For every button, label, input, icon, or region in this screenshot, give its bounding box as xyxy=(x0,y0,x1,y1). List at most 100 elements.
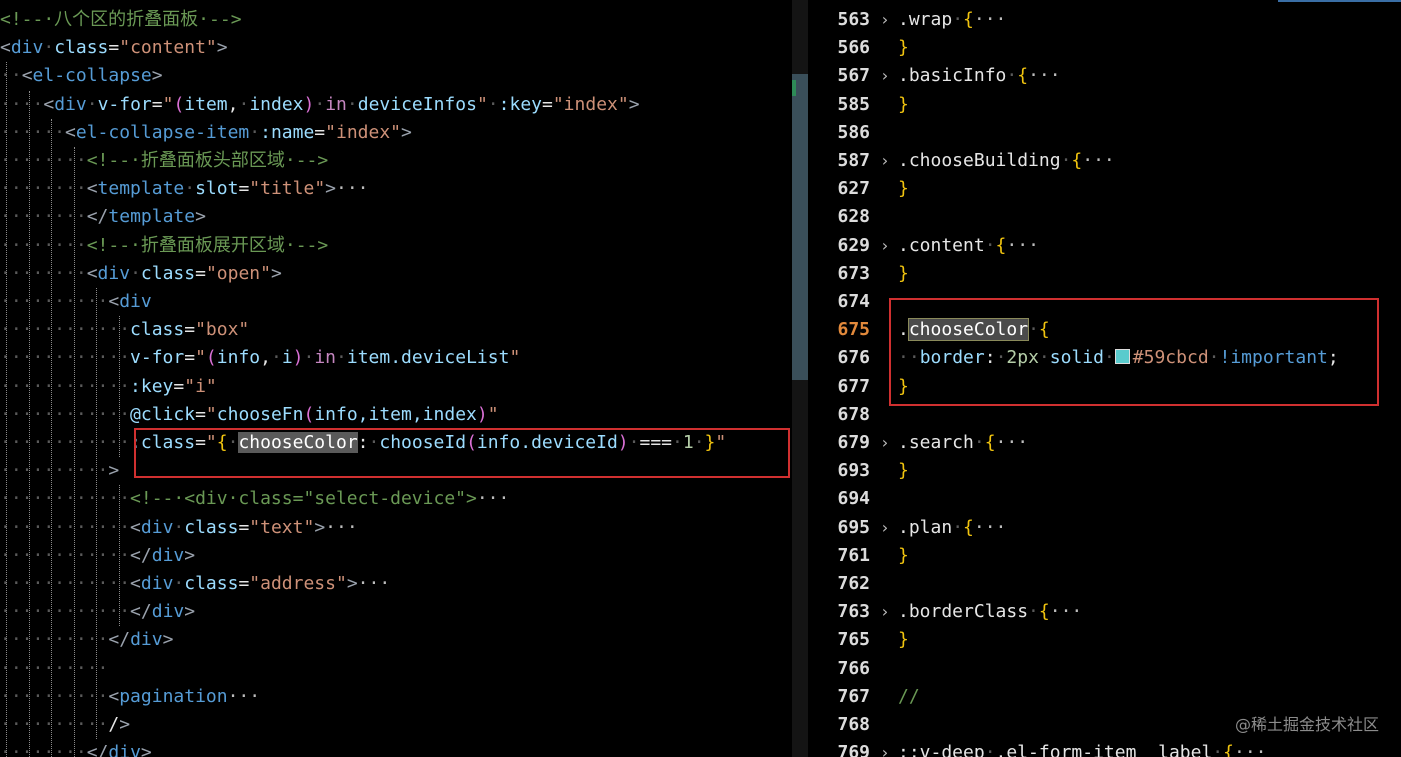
fold-chevron-icon[interactable]: › xyxy=(880,598,890,626)
code-line[interactable]: .borderClass·{··· xyxy=(898,598,1082,626)
code-line[interactable]: ··········</div> xyxy=(0,626,173,654)
indent-guide xyxy=(28,90,30,757)
code-line[interactable]: ··········<div xyxy=(0,288,152,316)
code-token: = xyxy=(184,319,196,341)
code-line[interactable]: ········<template·slot="title">··· xyxy=(0,175,369,203)
code-line[interactable]: } xyxy=(898,626,909,654)
indent-whitespace: ·········· xyxy=(0,714,109,735)
code-token: class xyxy=(140,262,196,284)
code-line[interactable]: ············<div·class="text">··· xyxy=(0,514,358,542)
code-line[interactable]: ··········/> xyxy=(0,711,130,739)
code-token: <!--·折叠面板展开区域·--> xyxy=(86,234,329,256)
code-token: > xyxy=(140,742,152,757)
code-line[interactable]: <!--·八个区的折叠面板·--> xyxy=(0,6,242,34)
code-token: > xyxy=(184,601,196,623)
indent-whitespace: ············ xyxy=(0,375,131,397)
code-line[interactable]: } xyxy=(898,542,909,570)
line-number: 567 xyxy=(837,65,870,87)
tab-indicator xyxy=(1278,0,1401,2)
code-token: .search xyxy=(898,432,974,453)
code-line[interactable]: ············<div·class="address">··· xyxy=(0,570,390,598)
indent-whitespace: ············ xyxy=(0,347,131,369)
code-line[interactable]: ··········> xyxy=(0,457,119,485)
code-token: > xyxy=(119,714,131,735)
code-token: ··· xyxy=(1233,742,1267,757)
code-line[interactable]: .plan·{··· xyxy=(898,514,1006,542)
code-line[interactable]: .wrap·{··· xyxy=(898,6,1006,34)
code-token: · xyxy=(249,121,261,143)
code-line[interactable]: ··<el-collapse> xyxy=(0,62,163,90)
indent-whitespace: ············ xyxy=(0,488,131,510)
code-line[interactable]: // xyxy=(898,683,920,711)
code-token: = xyxy=(108,37,120,59)
code-line[interactable]: ········</template> xyxy=(0,203,206,231)
code-line[interactable]: } xyxy=(898,260,909,288)
code-token: < xyxy=(86,262,98,284)
code-line[interactable]: ········<!--·折叠面板展开区域·--> xyxy=(0,232,328,260)
code-line[interactable]: .content·{··· xyxy=(898,232,1039,260)
fold-chevron-icon[interactable]: › xyxy=(880,739,890,757)
code-line[interactable]: .search·{··· xyxy=(898,429,1028,457)
fold-chevron-icon[interactable]: › xyxy=(880,429,890,457)
code-line[interactable]: ············:key="i" xyxy=(0,373,217,401)
code-token: </ xyxy=(108,629,131,651)
code-line[interactable]: .chooseBuilding·{··· xyxy=(898,147,1115,175)
code-token: ··· xyxy=(227,685,261,707)
code-line[interactable]: ············@click="chooseFn(info,item,i… xyxy=(0,401,499,429)
code-token: template xyxy=(108,206,196,228)
code-line[interactable]: ········<!--·折叠面板头部区域·--> xyxy=(0,147,328,175)
code-token: ··· xyxy=(973,516,1007,538)
code-line[interactable]: ············v-for="(info,·i)·in·item.dev… xyxy=(0,344,520,372)
code-token: ··· xyxy=(325,516,358,538)
code-line[interactable]: <div·class="content"> xyxy=(0,34,228,62)
code-token: = xyxy=(195,262,206,284)
code-line[interactable]: } xyxy=(898,34,909,62)
code-token: " xyxy=(195,347,206,369)
fold-chevron-icon[interactable]: › xyxy=(880,232,890,260)
code-token: · xyxy=(1060,150,1072,171)
vertical-scrollbar[interactable] xyxy=(792,0,808,757)
code-token: </ xyxy=(130,601,152,623)
line-number: 677 xyxy=(837,375,870,397)
code-line[interactable]: ········</div> xyxy=(0,739,152,757)
code-token: · xyxy=(173,573,185,594)
code-line[interactable]: .basicInfo·{··· xyxy=(898,62,1061,90)
code-token: · xyxy=(1212,742,1224,757)
code-line[interactable]: ::v-deep·.el-form-item__label·{··· xyxy=(898,739,1267,757)
code-token: div xyxy=(97,262,131,284)
code-token: < xyxy=(86,178,98,200)
code-token: · xyxy=(303,347,315,369)
code-line[interactable]: } xyxy=(898,457,909,485)
code-token: // xyxy=(898,685,920,707)
code-token: :name xyxy=(260,121,315,143)
code-token: ( xyxy=(205,347,217,369)
code-line[interactable]: ·········· xyxy=(0,655,108,683)
code-token: } xyxy=(898,37,909,59)
code-line[interactable]: ······<el-collapse-item·:name="index"> xyxy=(0,119,412,147)
code-line[interactable]: ············<!--·<div·class="select-devi… xyxy=(0,485,509,513)
left-editor-pane[interactable]: <!--·八个区的折叠面板·--> <div·class="content"> ··… xyxy=(0,0,792,757)
right-editor-pane[interactable]: 563 › .wrap·{··· 566} 567 › .basicInfo·{··· 585… xyxy=(808,0,1401,757)
code-token: = xyxy=(542,93,553,115)
code-token: { xyxy=(1017,65,1029,87)
fold-chevron-icon[interactable]: › xyxy=(880,62,890,90)
code-token: > xyxy=(184,544,196,566)
code-token: " xyxy=(205,403,217,425)
fold-chevron-icon[interactable]: › xyxy=(880,514,890,542)
line-number: 585 xyxy=(837,93,870,115)
line-number: 675 xyxy=(837,319,870,341)
code-token: · xyxy=(238,93,250,115)
code-token: < xyxy=(21,65,33,87)
code-line[interactable]: ········<div·class="open"> xyxy=(0,260,282,288)
fold-chevron-icon[interactable]: › xyxy=(880,6,890,34)
scrollbar-thumb[interactable] xyxy=(792,74,808,380)
code-line[interactable]: } xyxy=(898,91,909,119)
code-line[interactable]: } xyxy=(898,175,909,203)
code-line[interactable]: ············class="box" xyxy=(0,316,249,344)
code-line[interactable]: ··········<pagination··· xyxy=(0,683,260,711)
code-line[interactable]: ····<div·v-for="(item,·index)·in·deviceI… xyxy=(0,91,640,119)
code-token: < xyxy=(0,37,11,59)
fold-chevron-icon[interactable]: › xyxy=(880,147,890,175)
line-number: 767 xyxy=(837,685,870,707)
code-token: · xyxy=(314,93,326,115)
